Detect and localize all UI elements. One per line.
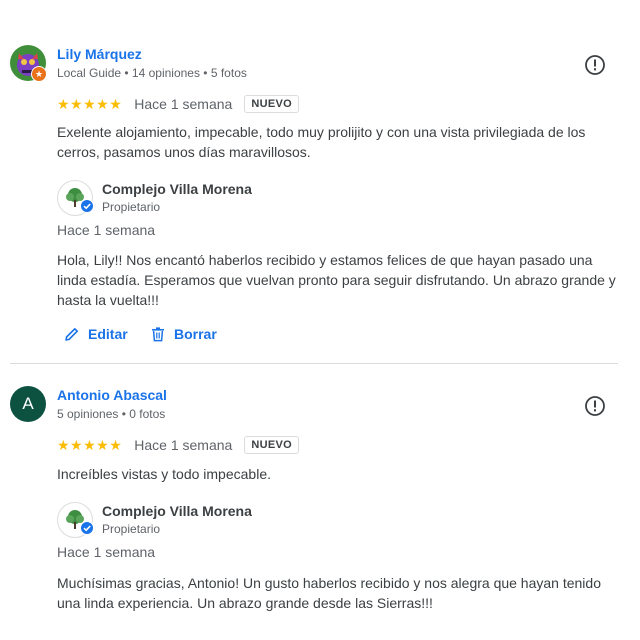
author-meta: Local Guide • 14 opiniones • 5 fotos — [57, 66, 247, 80]
author-meta: 5 opiniones • 0 fotos — [57, 407, 166, 421]
edit-button[interactable]: Editar — [64, 326, 128, 342]
owner-role: Propietario — [102, 200, 161, 214]
owner-name: Complejo Villa Morena — [102, 181, 252, 197]
delete-label: Borrar — [174, 326, 217, 342]
reply-text: Hola, Lily!! Nos encantó haberlos recibi… — [57, 252, 616, 308]
report-button[interactable] — [584, 54, 606, 76]
delete-button[interactable]: Borrar — [150, 326, 217, 342]
edit-label: Editar — [88, 326, 128, 342]
reply-text: Muchísimas gracias, Antonio! Un gusto ha… — [57, 575, 601, 611]
star-rating: ★★★★★ — [57, 95, 123, 112]
author-name[interactable]: Antonio Abascal — [57, 387, 167, 403]
owner-role: Propietario — [102, 522, 161, 536]
alert-circle-icon — [585, 55, 605, 75]
author-name[interactable]: Lily Márquez — [57, 46, 142, 62]
author-avatar[interactable]: A — [10, 386, 46, 422]
verified-check-icon — [80, 521, 94, 535]
rating-row: ★★★★★ Hace 1 semana NUEVO — [57, 93, 299, 115]
alert-circle-icon — [585, 396, 605, 416]
review-date: Hace 1 semana — [134, 437, 233, 453]
new-badge: NUEVO — [244, 95, 299, 113]
review-card: A Antonio Abascal 5 opiniones • 0 fotos … — [0, 370, 640, 640]
divider — [10, 363, 618, 364]
pencil-icon — [65, 328, 78, 341]
rating-row: ★★★★★ Hace 1 semana NUEVO — [57, 434, 299, 456]
local-guide-badge-icon: ★ — [31, 66, 47, 82]
review-card: ★ Lily Márquez Local Guide • 14 opinione… — [0, 0, 640, 360]
reply-date: Hace 1 semana — [57, 222, 156, 238]
verified-check-icon — [80, 199, 94, 213]
owner-name: Complejo Villa Morena — [102, 503, 252, 519]
new-badge: NUEVO — [244, 436, 299, 454]
review-date: Hace 1 semana — [134, 96, 233, 112]
review-text: Exelente alojamiento, impecable, todo mu… — [57, 124, 586, 160]
trash-icon — [152, 327, 164, 342]
report-button[interactable] — [584, 395, 606, 417]
review-text: Increíbles vistas y todo impecable. — [57, 466, 271, 482]
reply-date: Hace 1 semana — [57, 544, 156, 560]
star-rating: ★★★★★ — [57, 436, 123, 453]
